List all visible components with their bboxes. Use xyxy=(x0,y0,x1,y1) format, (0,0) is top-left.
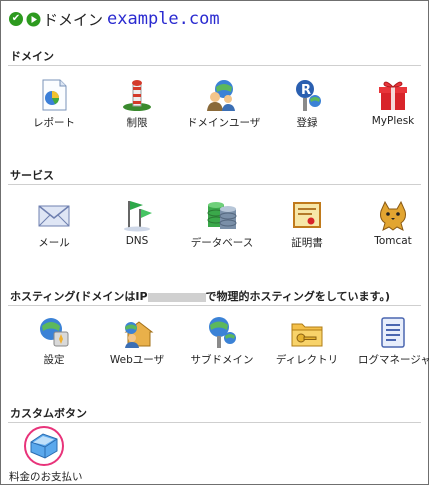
custom-button-icon xyxy=(24,426,64,466)
report-label: レポート xyxy=(33,117,75,129)
title-label: ドメイン xyxy=(43,10,104,29)
status-ok-icon: ✔ xyxy=(9,12,23,26)
settings-label: 設定 xyxy=(43,354,65,366)
directories-button[interactable]: ディレクトリ xyxy=(272,314,342,367)
log-manager-button[interactable]: ログマネージャ xyxy=(358,314,429,367)
log-manager-label: ログマネージャ xyxy=(358,354,429,366)
domain-name: example.com xyxy=(107,9,220,29)
directories-icon xyxy=(291,323,323,347)
directories-label: ディレクトリ xyxy=(275,354,339,366)
web-users-icon xyxy=(124,321,154,348)
tomcat-button[interactable]: Tomcat xyxy=(358,197,428,247)
custom-payment-label: 料金のお支払い xyxy=(9,471,83,483)
myplesk-label: MyPlesk xyxy=(371,115,415,127)
play-arrow-icon[interactable] xyxy=(26,12,41,27)
mail-icon xyxy=(38,205,70,227)
section-heading-domain: ドメイン xyxy=(10,50,54,63)
limits-button[interactable]: 制限 xyxy=(102,77,172,130)
domain-users-button[interactable]: ドメインユーザ xyxy=(187,77,261,130)
database-label: データベース xyxy=(190,237,254,249)
database-icon xyxy=(207,202,237,229)
log-manager-icon xyxy=(381,317,405,348)
report-icon xyxy=(42,79,67,111)
mail-label: メール xyxy=(38,237,70,249)
tomcat-label: Tomcat xyxy=(374,235,412,247)
web-users-label: Webユーザ xyxy=(109,354,165,366)
certificate-icon xyxy=(293,202,321,228)
dns-label: DNS xyxy=(125,235,149,247)
section-divider xyxy=(8,422,421,423)
limits-icon xyxy=(123,80,151,111)
limits-label: 制限 xyxy=(126,117,148,129)
register-label: 登録 xyxy=(296,117,318,129)
page-title: ✔ ドメイン example.com xyxy=(9,7,220,31)
dns-flags-icon xyxy=(124,201,152,232)
dns-button[interactable]: DNS xyxy=(102,197,172,247)
svg-text:R: R xyxy=(301,83,311,98)
custom-payment-button[interactable]: 料金のお支払い xyxy=(9,425,83,484)
register-icon: R xyxy=(296,80,321,111)
section-divider xyxy=(8,184,421,185)
tomcat-icon xyxy=(380,200,406,231)
settings-icon xyxy=(40,318,69,347)
hosting-heading-prefix: ホスティング(ドメインはIP xyxy=(10,290,148,303)
mail-button[interactable]: メール xyxy=(19,197,89,250)
subdomains-button[interactable]: サブドメイン xyxy=(187,314,257,367)
section-heading-custom: カスタムボタン xyxy=(10,407,87,420)
domain-users-label: ドメインユーザ xyxy=(187,117,261,129)
subdomains-icon xyxy=(209,317,236,348)
section-divider xyxy=(8,65,421,66)
report-button[interactable]: レポート xyxy=(19,77,89,130)
myplesk-button[interactable]: MyPlesk xyxy=(358,77,428,127)
section-divider xyxy=(8,305,421,306)
register-button[interactable]: R 登録 xyxy=(272,77,342,130)
section-heading-services: サービス xyxy=(10,169,54,182)
domain-users-icon xyxy=(207,80,235,111)
database-button[interactable]: データベース xyxy=(187,197,257,250)
subdomains-label: サブドメイン xyxy=(190,354,254,366)
certificate-button[interactable]: 証明書 xyxy=(272,197,342,250)
domain-panel: ✔ ドメイン example.com ドメイン レポート 制限 ドメインユーザ … xyxy=(0,0,429,485)
web-users-button[interactable]: Webユーザ xyxy=(102,314,172,367)
hosting-heading-suffix: で物理的ホスティングをしています。) xyxy=(205,290,390,303)
section-heading-hosting: ホスティング(ドメインはIP で物理的ホスティングをしています。) xyxy=(10,288,390,304)
settings-button[interactable]: 設定 xyxy=(19,314,89,367)
redacted-ip xyxy=(147,292,206,302)
myplesk-gift-icon xyxy=(379,81,407,110)
certificate-label: 証明書 xyxy=(291,237,323,249)
